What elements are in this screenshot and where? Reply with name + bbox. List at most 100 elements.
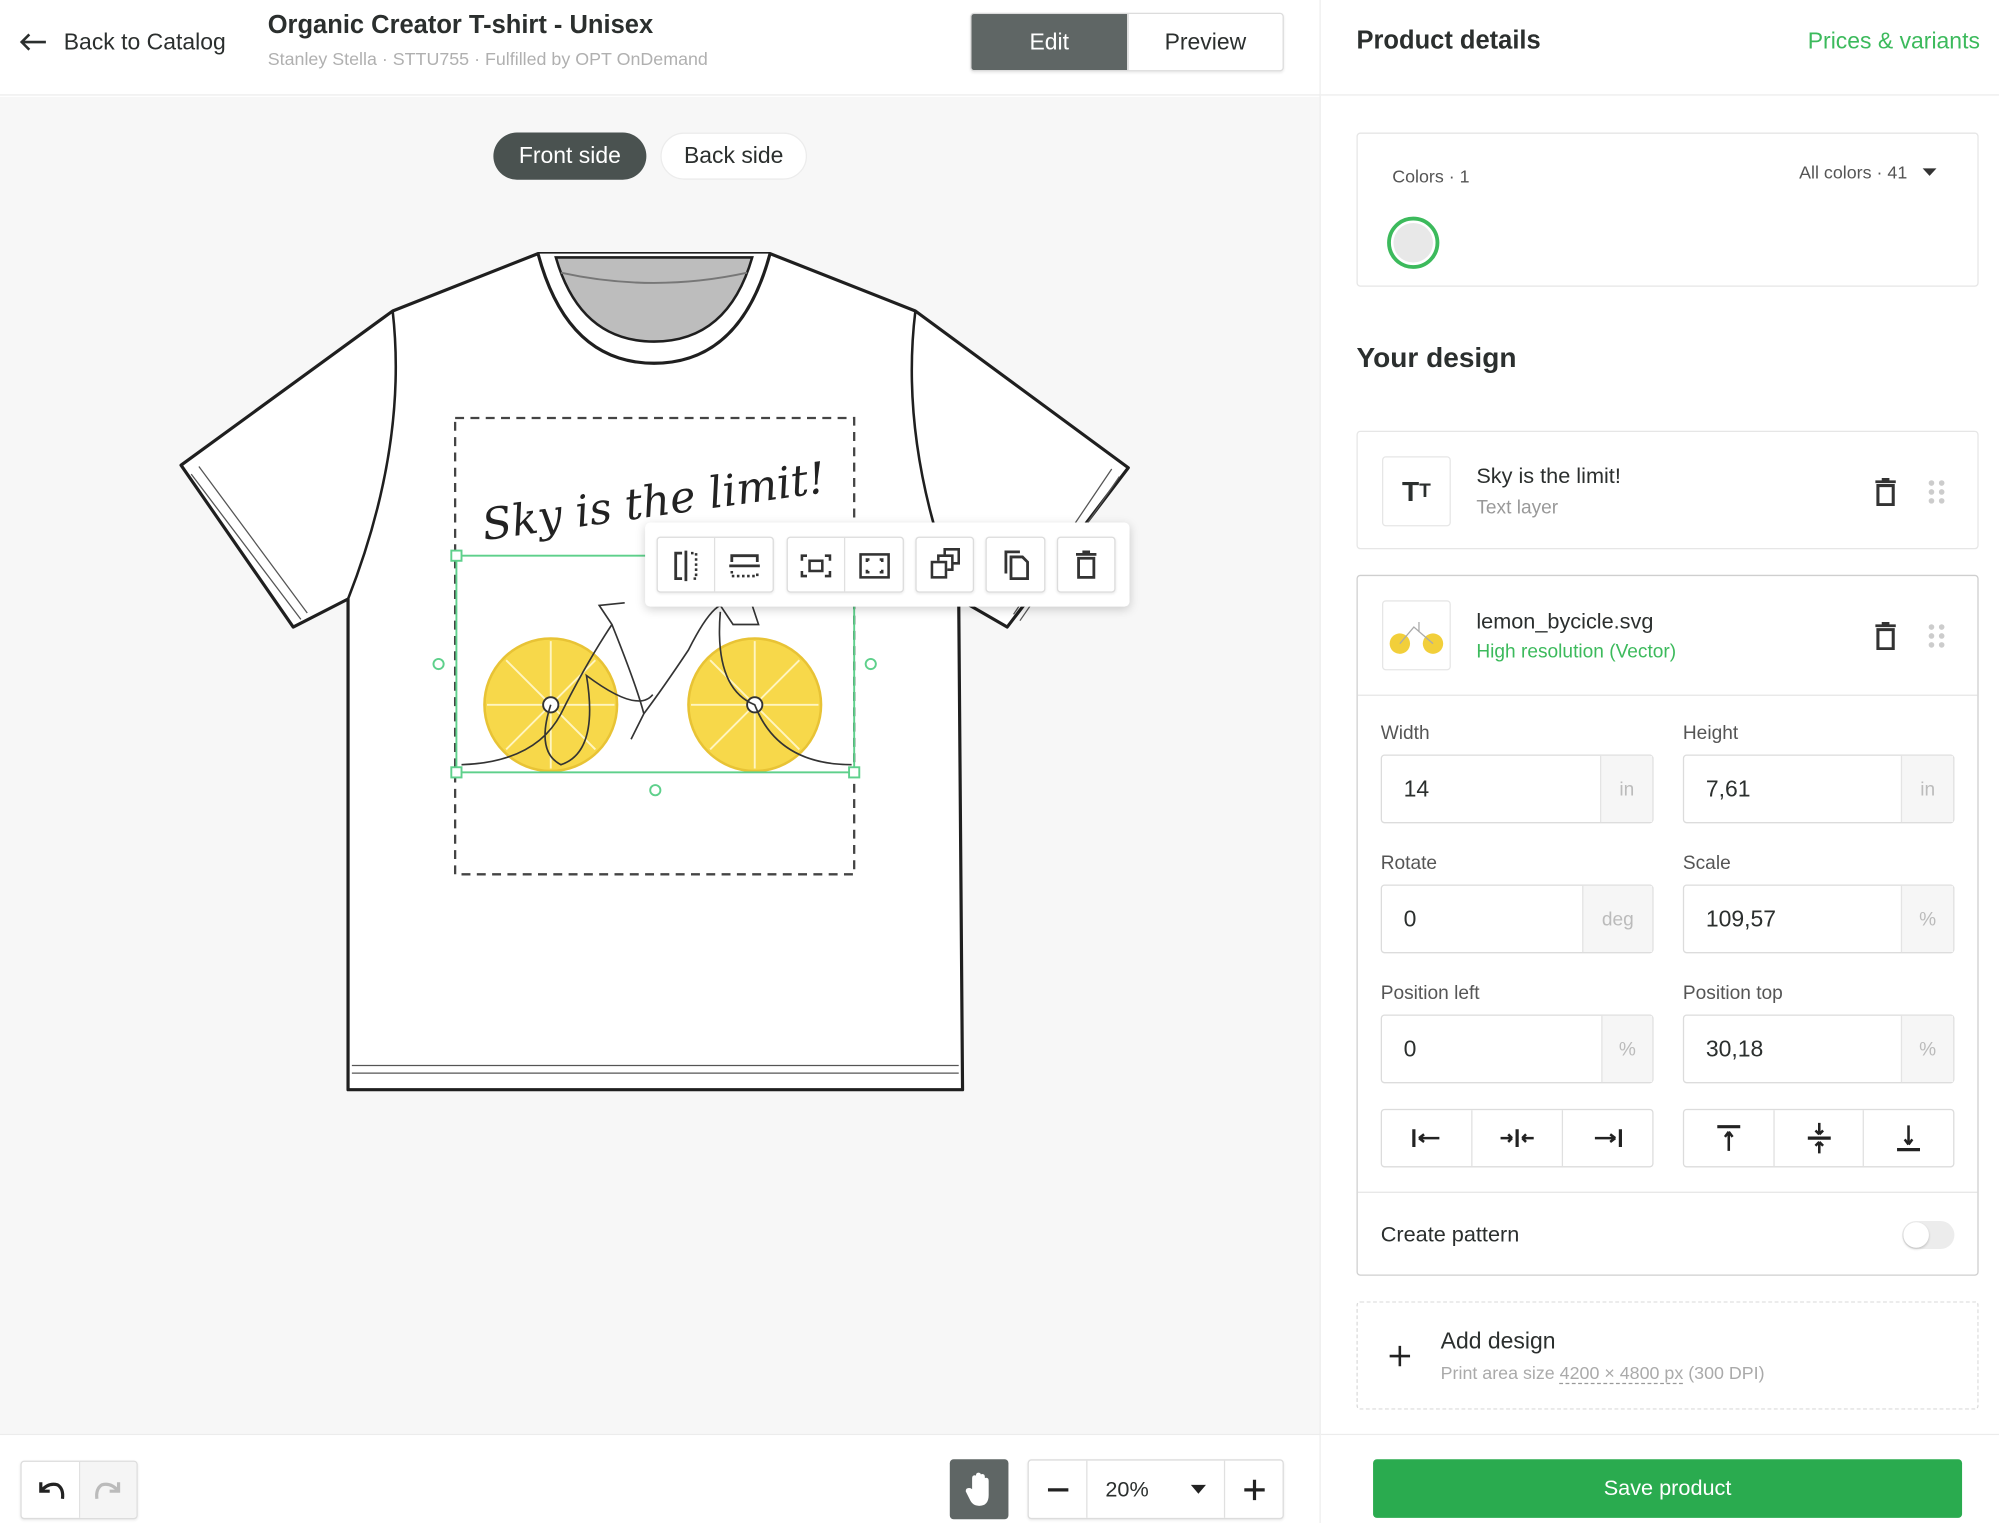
panel-title: Product details [1356, 26, 1541, 55]
flip-horizontal-button[interactable] [658, 537, 716, 592]
align-middle-vertical-icon [1807, 1122, 1831, 1154]
horizontal-align-group [1380, 1108, 1654, 1168]
save-product-button[interactable]: Save product [1373, 1459, 1963, 1518]
hand-icon [965, 1472, 989, 1506]
print-area-prefix: Print area size [1440, 1362, 1555, 1383]
layer-item-image: lemon_bycicle.svg High resolution (Vecto… [1356, 574, 1979, 1276]
align-middle-vertical-button[interactable] [1774, 1110, 1865, 1167]
fill-area-button[interactable] [845, 538, 902, 592]
prices-variants-link[interactable]: Prices & variants [1808, 28, 1980, 55]
position-left-input[interactable] [1381, 1015, 1602, 1083]
print-area-size: 4200 × 4800 px [1559, 1362, 1684, 1385]
height-label: Height [1682, 722, 1739, 745]
pan-tool-button[interactable] [949, 1459, 1009, 1520]
align-left-icon [1412, 1129, 1440, 1148]
create-pattern-label: Create pattern [1380, 1222, 1520, 1247]
add-design-label: Add design [1440, 1328, 1556, 1354]
rotate-unit: deg [1582, 885, 1653, 953]
align-left-button[interactable] [1382, 1110, 1473, 1167]
colors-card: Colors · 1 All colors · 41 [1356, 132, 1979, 287]
history-group [20, 1460, 138, 1520]
canvas-bottom-bar: 20% [0, 1433, 1320, 1523]
create-pattern-toggle[interactable] [1902, 1220, 1955, 1250]
delete-image-layer-button[interactable] [1870, 619, 1901, 652]
drag-handle-icon[interactable] [1928, 479, 1946, 504]
flip-vertical-icon [728, 554, 760, 578]
all-colors-dropdown[interactable]: All colors · 41 [1799, 162, 1937, 182]
position-left-label: Position left [1380, 982, 1480, 1005]
align-center-horizontal-icon [1500, 1129, 1534, 1148]
resolution-status: High resolution (Vector) [1476, 641, 1677, 663]
fit-to-area-icon [800, 554, 832, 578]
position-left-field: % [1380, 1014, 1654, 1084]
zoom-level-value: 20% [1105, 1476, 1149, 1501]
align-right-button[interactable] [1563, 1110, 1652, 1166]
panel-footer: Save product [1320, 1433, 1999, 1523]
align-right-icon [1594, 1129, 1622, 1148]
duplicate-icon [930, 548, 960, 579]
floating-layer-toolbar [645, 522, 1130, 607]
align-center-horizontal-button[interactable] [1473, 1110, 1564, 1167]
zoom-in-button[interactable] [1225, 1461, 1282, 1518]
redo-icon [95, 1482, 121, 1500]
delete-layer-button[interactable] [1056, 536, 1116, 593]
plus-icon [1243, 1479, 1265, 1500]
add-design-button[interactable]: Add design Print area size 4200 × 4800 p… [1356, 1301, 1979, 1410]
your-design-title: Your design [1356, 341, 1517, 374]
trash-icon [1875, 477, 1896, 506]
fill-area-icon [858, 553, 890, 579]
colors-count-label: Colors · 1 [1392, 165, 1470, 187]
undo-button[interactable] [22, 1461, 81, 1518]
color-swatch-selected[interactable] [1387, 216, 1440, 269]
duplicate-button[interactable] [915, 536, 975, 593]
align-top-icon [1717, 1125, 1741, 1151]
vertical-align-group [1682, 1108, 1955, 1168]
zoom-level-select[interactable]: 20% [1087, 1460, 1226, 1518]
image-layer-header[interactable]: lemon_bycicle.svg High resolution (Vecto… [1357, 576, 1978, 696]
drag-handle-icon[interactable] [1928, 623, 1946, 648]
height-field: in [1682, 754, 1955, 824]
layer-item-text[interactable]: TT Sky is the limit! Text layer [1356, 430, 1979, 550]
height-input[interactable] [1684, 755, 1901, 823]
layer-name: lemon_bycicle.svg [1476, 609, 1654, 634]
print-area-dpi: (300 DPI) [1688, 1362, 1765, 1383]
plus-icon [1389, 1345, 1411, 1367]
flip-vertical-button[interactable] [715, 538, 772, 592]
flip-horizontal-icon [674, 550, 698, 582]
zoom-out-button[interactable] [1029, 1460, 1088, 1518]
fit-to-area-button[interactable] [788, 537, 846, 592]
width-unit: in [1599, 755, 1653, 823]
copy-button[interactable] [985, 536, 1046, 593]
scale-label: Scale [1682, 852, 1731, 875]
align-top-button[interactable] [1684, 1110, 1775, 1167]
panel-header: Product details Prices & variants [1320, 0, 1999, 96]
rotate-field: deg [1380, 884, 1654, 954]
width-input[interactable] [1381, 755, 1600, 823]
position-top-label: Position top [1682, 982, 1783, 1005]
tshirt-mockup: Sky is the limit! [179, 252, 1130, 1092]
delete-text-layer-button[interactable] [1870, 475, 1901, 508]
scale-field: % [1682, 884, 1955, 954]
image-thumbnail [1381, 600, 1451, 671]
minus-icon [1047, 1487, 1068, 1491]
rotate-label: Rotate [1380, 852, 1438, 875]
copy-icon [1003, 550, 1029, 581]
position-top-unit: % [1900, 1015, 1954, 1083]
trash-icon [1076, 550, 1097, 579]
scale-input[interactable] [1684, 885, 1901, 953]
redo-button[interactable] [80, 1461, 137, 1518]
divider [1357, 1191, 1978, 1193]
position-top-field: % [1682, 1014, 1955, 1084]
align-bottom-button[interactable] [1864, 1110, 1953, 1166]
print-area-info: Print area size 4200 × 4800 px (300 DPI) [1440, 1362, 1765, 1385]
panel-divider [1319, 0, 1321, 1523]
caret-down-icon [1922, 167, 1937, 176]
align-bottom-icon [1897, 1125, 1921, 1152]
layer-type: Text layer [1476, 497, 1559, 519]
position-top-input[interactable] [1684, 1015, 1901, 1083]
flip-group [656, 536, 774, 593]
scale-unit: % [1900, 885, 1954, 953]
rotate-input[interactable] [1381, 885, 1583, 953]
width-label: Width [1380, 722, 1430, 745]
position-left-unit: % [1601, 1015, 1653, 1083]
